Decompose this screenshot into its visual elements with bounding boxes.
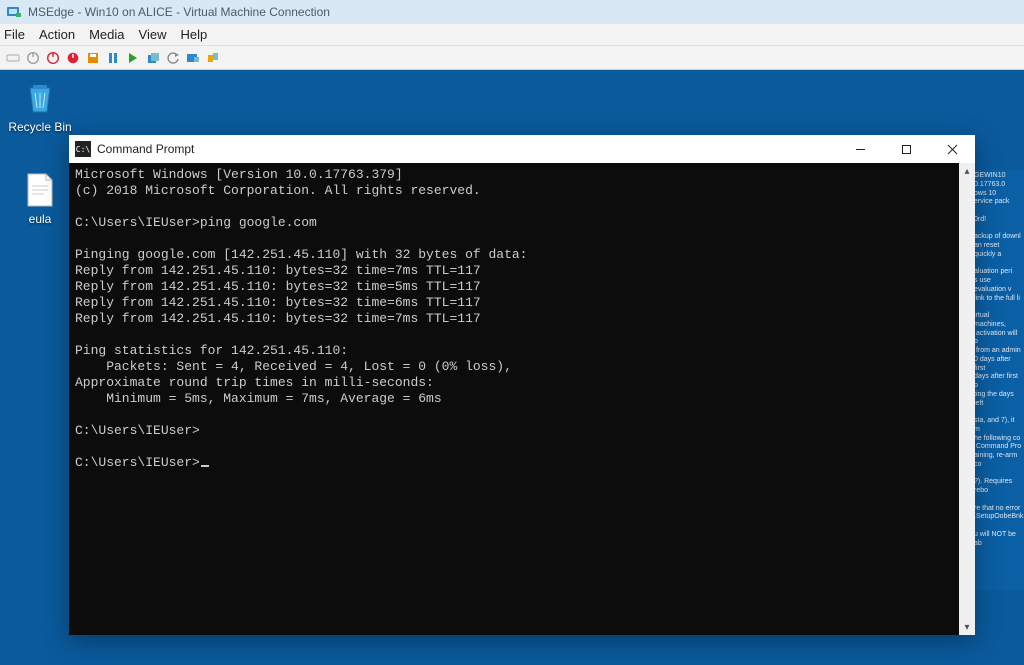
scroll-track[interactable] (959, 179, 975, 619)
menu-media[interactable]: Media (89, 27, 124, 42)
close-button[interactable] (929, 135, 975, 163)
background-readme: GEWIN10 0.17763.0 ows 10 ervice pack 0rd… (972, 170, 1024, 590)
desktop-icon-eula[interactable]: eula (4, 170, 76, 226)
terminal-output[interactable]: Microsoft Windows [Version 10.0.17763.37… (69, 163, 959, 635)
menu-view[interactable]: View (139, 27, 167, 42)
ctrl-alt-del-icon[interactable] (4, 49, 22, 67)
menu-file[interactable]: File (4, 27, 25, 42)
command-prompt-title-bar[interactable]: C:\ Command Prompt (69, 135, 975, 163)
guest-desktop[interactable]: Recycle Bin eula GEWIN10 0.17763.0 ows 1… (0, 70, 1024, 665)
command-prompt-window[interactable]: C:\ Command Prompt Microsoft Windows [Ve… (69, 135, 975, 635)
shutdown-icon[interactable] (64, 49, 82, 67)
enhanced-icon[interactable] (184, 49, 202, 67)
text-file-icon (20, 170, 60, 210)
terminal-scrollbar[interactable]: ▴ ▾ (959, 163, 975, 635)
menu-help[interactable]: Help (180, 27, 207, 42)
turnoff-icon[interactable] (44, 49, 62, 67)
start-icon[interactable] (24, 49, 42, 67)
maximize-button[interactable] (883, 135, 929, 163)
scroll-down-icon[interactable]: ▾ (959, 619, 975, 635)
revert-icon[interactable] (164, 49, 182, 67)
scroll-up-icon[interactable]: ▴ (959, 163, 975, 179)
desktop-icon-recycle-bin[interactable]: Recycle Bin (4, 78, 76, 134)
reset-icon[interactable] (124, 49, 142, 67)
checkpoint-icon[interactable] (144, 49, 162, 67)
minimize-button[interactable] (837, 135, 883, 163)
save-icon[interactable] (84, 49, 102, 67)
recycle-bin-icon (20, 78, 60, 118)
share-icon[interactable] (204, 49, 222, 67)
vm-menu-bar: File Action Media View Help (0, 24, 1024, 46)
menu-action[interactable]: Action (39, 27, 75, 42)
vm-app-icon (6, 4, 22, 20)
vm-title-text: MSEdge - Win10 on ALICE - Virtual Machin… (28, 5, 330, 19)
desktop-icon-label: eula (4, 212, 76, 226)
vm-toolbar (0, 46, 1024, 70)
pause-icon[interactable] (104, 49, 122, 67)
desktop-icon-label: Recycle Bin (4, 120, 76, 134)
command-prompt-icon: C:\ (75, 141, 91, 157)
vm-title-bar: MSEdge - Win10 on ALICE - Virtual Machin… (0, 0, 1024, 24)
command-prompt-title-text: Command Prompt (97, 142, 194, 156)
